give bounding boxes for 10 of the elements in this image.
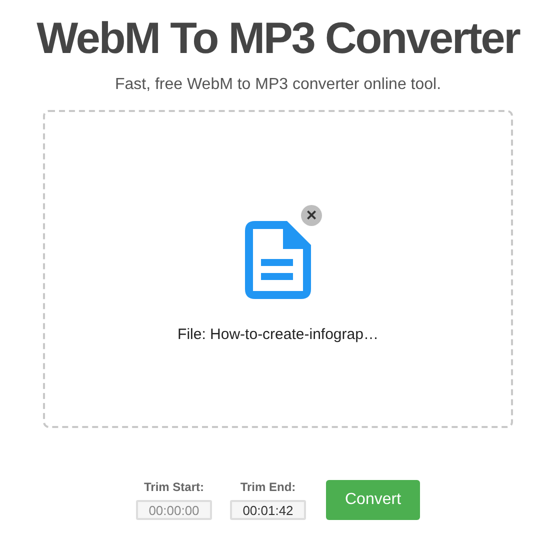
- drop-zone[interactable]: × File: How-to-create-infograp…: [43, 110, 513, 428]
- close-button[interactable]: ×: [301, 205, 322, 226]
- subtitle: Fast, free WebM to MP3 converter online tool.: [114, 76, 442, 94]
- time-field[interactable]: 00:01:42: [230, 500, 306, 520]
- file-name: File: How-to-create-infograp…: [178, 326, 378, 343]
- document-icon: [245, 221, 311, 299]
- time-field[interactable]: 00:00:00: [136, 500, 212, 520]
- trim-label: Trim Start:: [144, 480, 204, 494]
- trim-label: Trim End:: [240, 480, 296, 494]
- page-title: WebM To MP3 Converter: [36, 13, 520, 65]
